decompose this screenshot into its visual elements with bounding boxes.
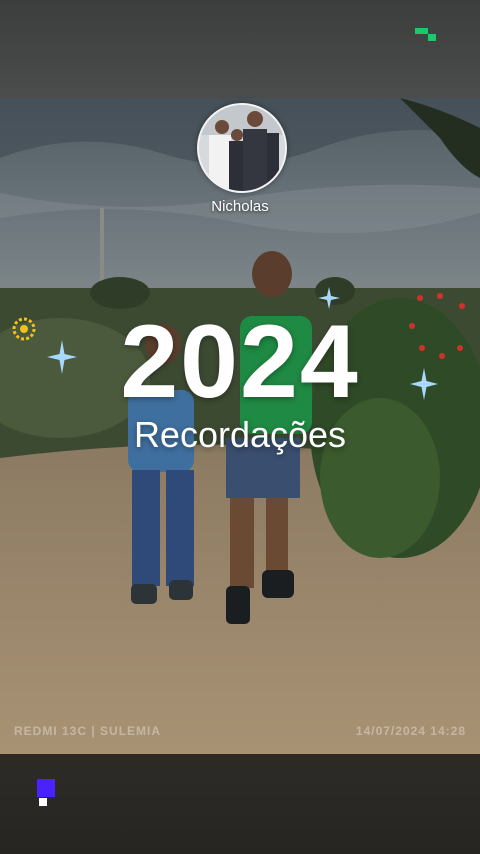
photo-datetime: 14/07/2024 14:28 — [355, 724, 466, 738]
profile-avatar[interactable] — [197, 103, 287, 193]
camera-watermark: REDMI 13C | SULEMIA — [14, 724, 162, 738]
top-bar — [0, 0, 480, 98]
profile-name[interactable]: Nicholas — [0, 198, 480, 215]
bottom-bar — [0, 754, 480, 854]
story-year-title: 2024 — [120, 304, 360, 420]
story-subtitle: Recordações — [133, 414, 347, 455]
avatar-photo — [199, 105, 285, 191]
